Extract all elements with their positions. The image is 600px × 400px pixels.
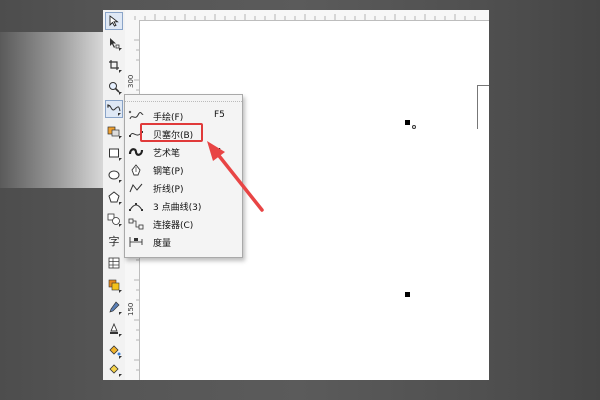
curve-node[interactable] — [405, 292, 410, 297]
table-tool-icon[interactable] — [105, 254, 123, 272]
text-cursor: I — [218, 146, 222, 159]
flyout-item-connector[interactable]: 连接器(C) — [125, 215, 242, 233]
zoom-tool-icon[interactable] — [105, 78, 123, 96]
three-point-curve-icon — [128, 199, 144, 213]
background-glare — [0, 32, 104, 188]
freehand-icon — [128, 109, 144, 123]
shape-tool-icon[interactable] — [105, 34, 123, 52]
flyout-item-dimension[interactable]: 度量 — [125, 233, 242, 251]
polyline-icon — [128, 181, 144, 195]
flyout-item-polyline[interactable]: 折线(P) — [125, 179, 242, 197]
toolbox: 字 — [103, 10, 126, 380]
ruler-label: 150 — [127, 302, 135, 316]
fill-tool-icon[interactable] — [105, 342, 123, 360]
ellipse-tool-icon[interactable] — [105, 166, 123, 184]
flyout-item-artistic-media[interactable]: 艺术笔 — [125, 143, 242, 161]
artistic-media-icon — [128, 145, 144, 159]
pick-tool-icon[interactable] — [105, 12, 123, 30]
interactive-tool-icon[interactable] — [105, 276, 123, 294]
eyedropper-tool-icon[interactable] — [105, 298, 123, 316]
flyout-item-three-point-curve[interactable]: 3 点曲线(3) — [125, 197, 242, 215]
flyout-item-pen[interactable]: 钢笔(P) — [125, 161, 242, 179]
crop-tool-icon[interactable] — [105, 56, 123, 74]
flyout-grip[interactable] — [125, 95, 242, 102]
polygon-tool-icon[interactable] — [105, 188, 123, 206]
flyout-item-label: 连接器(C) — [153, 221, 194, 231]
flyout-item-label: 折线(P) — [153, 185, 184, 195]
highlight-box — [140, 123, 203, 142]
rectangle-tool-icon[interactable] — [105, 144, 123, 162]
page-border — [477, 85, 489, 86]
horizontal-ruler — [125, 10, 489, 21]
smart-fill-icon[interactable] — [105, 122, 123, 140]
page-border — [477, 85, 478, 129]
outline-tool-icon[interactable] — [105, 320, 123, 338]
flyout-item-label: 度量 — [153, 239, 172, 249]
flyout-item-label: 手绘(F) — [153, 113, 184, 123]
text-tool-icon[interactable]: 字 — [105, 232, 123, 250]
flyout-item-shortcut: F5 — [214, 110, 225, 120]
dimension-icon — [128, 235, 144, 249]
ruler-label: 300 — [127, 74, 135, 88]
connector-icon — [128, 217, 144, 231]
pen-icon — [128, 163, 144, 177]
basic-shapes-icon[interactable] — [105, 210, 123, 228]
flyout-item-label: 3 点曲线(3) — [153, 203, 202, 213]
interactive-fill-icon[interactable] — [105, 360, 123, 378]
flyout-item-label: 钢笔(P) — [153, 167, 184, 177]
flyout-item-label: 艺术笔 — [153, 149, 181, 159]
curve-node-handle[interactable] — [412, 125, 416, 129]
curve-tools-flyout: 手绘(F) F5 贝塞尔(B) 艺术笔 钢笔(P) 折线(P) 3 点曲线(3) — [124, 94, 243, 258]
curve-node[interactable] — [405, 120, 410, 125]
curve-tool-icon[interactable] — [105, 100, 123, 118]
